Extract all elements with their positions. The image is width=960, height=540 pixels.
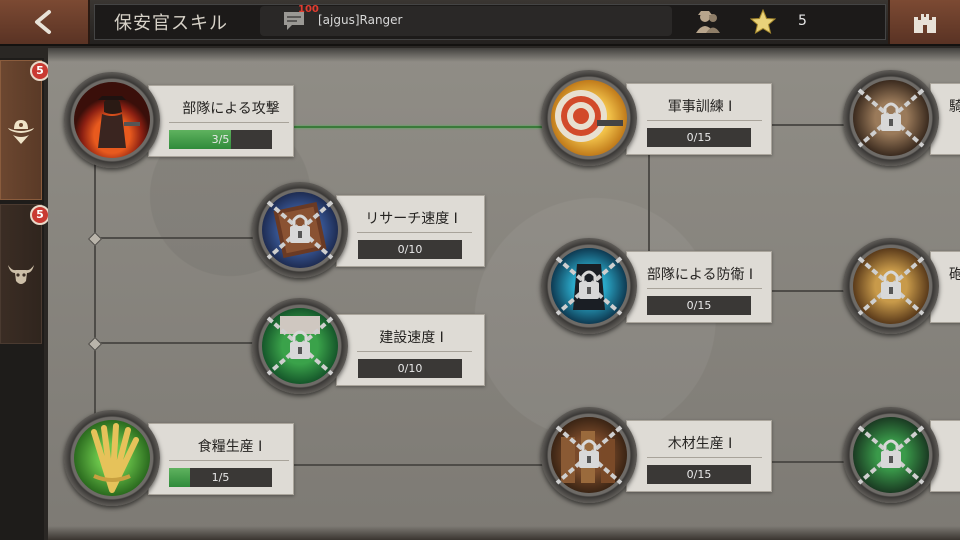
skill-card-wood-production[interactable]: 木材生産 I 0/15 [626,420,772,492]
skill-progress-text: 0/10 [397,243,423,256]
sheriff-people-icon[interactable] [694,9,722,35]
chat-message: [ajgus]Ranger [318,13,403,27]
skill-card-troop-defense[interactable]: 部隊による防衛 I 0/15 [626,251,772,323]
skill-progress-bar: 3/5 [169,130,272,149]
locked-chains-icon [555,425,623,485]
gunslinger-figure-icon [98,96,140,148]
back-button[interactable] [0,0,90,44]
divider [357,232,472,233]
page-title: 保安官スキル [114,13,228,34]
skill-progress-bar: 0/15 [647,128,751,147]
skill-icon-troop-defense[interactable] [541,238,637,334]
bull-skull-icon [8,265,34,284]
skill-card-military-training[interactable]: 軍事訓練 I 0/15 [626,83,772,155]
tab-outlaw[interactable] [0,204,42,344]
cowboy-hat-icon [8,120,34,144]
skill-progress-text: 0/15 [686,299,712,312]
skill-icon-unknown[interactable] [843,407,939,503]
locked-chains-icon [857,256,925,316]
bottom-edge [48,526,960,540]
castle-icon [914,14,936,33]
target-icon [551,80,627,156]
skill-icon-research-speed[interactable] [252,182,348,278]
skill-icon-troop-attack[interactable] [64,72,160,168]
skill-name: 砲 [949,267,960,283]
divider [357,351,472,352]
locked-chains-icon [555,256,623,316]
tab-sheriff[interactable] [0,60,42,200]
top-bar: 保安官スキル 100 [ajgus]Ranger 5 [0,0,960,46]
divider [647,457,762,458]
star-icon [750,9,776,35]
back-arrow-icon [35,10,51,34]
skill-name: 軍事訓練 I [667,99,733,115]
skill-progress-text: 0/15 [686,131,712,144]
skill-icon-build-speed[interactable] [252,298,348,394]
bullseye-target-icon [555,90,623,142]
connector-line [94,237,262,239]
skill-progress-text: 0/10 [397,362,423,375]
skill-progress-bar: 1/5 [169,468,272,487]
locked-chains-icon [857,425,925,485]
skill-icon-artillery[interactable] [843,238,939,334]
skill-card-troop-attack[interactable]: 部隊による攻撃 3/5 [148,85,294,157]
skill-icon-wood-production[interactable] [541,407,637,503]
skill-name: 部隊による攻撃 [182,101,280,117]
skill-icon-military-training[interactable] [541,70,637,166]
skill-card-food-production[interactable]: 食糧生産 I 1/5 [148,423,294,495]
locked-chains-icon [857,88,925,148]
connector-line [772,290,852,292]
divider [169,460,289,461]
skill-name: 騎 [949,99,960,115]
top-shadow [48,48,960,62]
chat-count: 100 [298,4,319,15]
wheat-icon [74,420,150,496]
connector-line [648,155,650,251]
skill-name: 建設速度 I [379,330,444,346]
skill-icon-cavalry[interactable] [843,70,939,166]
skill-card-research-speed[interactable]: リサーチ速度 I 0/10 [336,195,485,267]
skill-points-count: 5 [798,13,807,29]
skill-card-build-speed[interactable]: 建設速度 I 0/10 [336,314,485,386]
skill-progress-bar: 0/10 [358,359,462,378]
skill-progress-text: 1/5 [211,471,230,484]
skill-progress-bar: 0/15 [647,296,751,315]
connector-line [772,124,852,126]
divider [647,120,762,121]
wheat-sheaf-icon [91,423,139,493]
skill-name: 食糧生産 I [197,439,263,455]
skill-progress-bar: 0/10 [358,240,462,259]
sidebar [0,58,44,540]
notification-badge: 5 [30,205,50,225]
connector-line [772,461,852,463]
locked-chains-icon [266,200,334,260]
skill-progress-text: 0/15 [686,468,712,481]
divider [169,122,289,123]
locked-chains-icon [266,316,334,376]
notification-badge: 5 [30,61,50,81]
gunslinger-fire-icon [74,82,150,158]
skill-icon-food-production[interactable] [64,410,160,506]
connector-line-active [294,126,549,128]
skill-name: リサーチ速度 I [365,211,458,227]
connector-line [94,342,262,344]
connector-line [294,464,549,466]
skill-progress-text: 3/5 [211,133,230,146]
connector-line [94,163,96,431]
castle-button[interactable] [888,0,960,44]
skill-name: 木材生産 I [667,436,733,452]
skill-name: 部隊による防衛 I [646,267,754,283]
skill-progress-bar: 0/15 [647,465,751,484]
divider [647,288,762,289]
